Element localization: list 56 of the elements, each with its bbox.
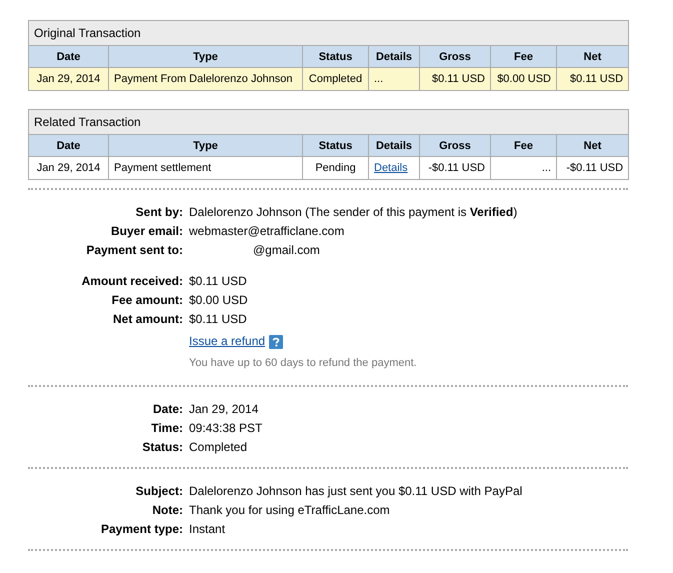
table-cell: -$0.11 USD: [420, 156, 490, 180]
column-header: Status: [302, 46, 368, 68]
column-header: Date: [28, 46, 108, 68]
refund-note: You have up to 60 days to refund the payment.: [189, 356, 417, 371]
column-header: Gross: [420, 134, 490, 156]
field-label: Sent by:: [136, 205, 183, 219]
field-label: Net amount:: [113, 312, 183, 326]
field-label: Subject:: [136, 484, 183, 498]
table-cell: -$0.11 USD: [556, 156, 629, 180]
table-cell: Jan 29, 2014: [28, 68, 108, 90]
column-header: Type: [108, 46, 302, 68]
column-header: Status: [302, 134, 368, 156]
column-header: Details: [368, 134, 420, 156]
field-label: Payment type:: [100, 522, 183, 536]
column-header: Gross: [420, 46, 490, 68]
column-header: Net: [556, 134, 629, 156]
table-cell: Payment From Dalelorenzo Johnson: [108, 68, 302, 90]
column-header: Type: [108, 134, 302, 156]
column-header: Fee: [490, 134, 556, 156]
column-header: Date: [28, 134, 108, 156]
table-cell: Pending: [302, 156, 368, 180]
field-value: Dalelorenzo Johnson (The sender of this payment is Verified): [189, 204, 518, 221]
column-header: Details: [368, 46, 420, 68]
field-value: Instant: [189, 521, 226, 538]
field-value: Dalelorenzo Johnson has just sent you $0.11 USD with PayPal: [189, 483, 522, 500]
table-cell: ...: [490, 156, 556, 180]
field-label: Status:: [142, 440, 183, 454]
field-label: Time:: [151, 421, 183, 435]
column-header: Net: [556, 46, 629, 68]
table-cell: Jan 29, 2014: [28, 156, 108, 180]
table-cell: Payment settlement: [108, 156, 302, 180]
field-value: $0.11 USD: [189, 311, 247, 328]
table-cell: $0.11 USD: [556, 68, 629, 90]
help-icon[interactable]: [269, 334, 284, 348]
table-cell: $0.00 USD: [490, 68, 556, 90]
field-label: Buyer email:: [110, 224, 183, 238]
field-value: webmaster@etrafficlane.com: [189, 223, 344, 240]
table-cell: Completed: [302, 68, 368, 90]
field-label: Fee amount:: [112, 293, 183, 307]
column-header: Fee: [490, 46, 556, 68]
table-cell: ...: [368, 68, 420, 90]
field-value: 09:43:38 PST: [189, 420, 262, 437]
field-value: Completed: [189, 439, 248, 456]
field-value: Thank you for using eTrafficLane.com: [189, 502, 390, 519]
field-label: Date:: [152, 402, 183, 416]
table-title: Original Transaction: [28, 20, 629, 46]
field-value: $0.11 USD: [189, 273, 247, 290]
field-value: $0.00 USD: [189, 292, 248, 309]
field-label: Note:: [152, 503, 183, 517]
field-value: @gmail.com: [253, 242, 320, 259]
table-cell: $0.11 USD: [420, 68, 490, 90]
field-label: Amount received:: [82, 274, 183, 288]
field-label: Payment sent to:: [86, 243, 183, 257]
refund-link[interactable]: Issue a refund: [189, 332, 266, 351]
table-title: Related Transaction: [28, 110, 629, 134]
field-value: Jan 29, 2014: [189, 401, 258, 418]
